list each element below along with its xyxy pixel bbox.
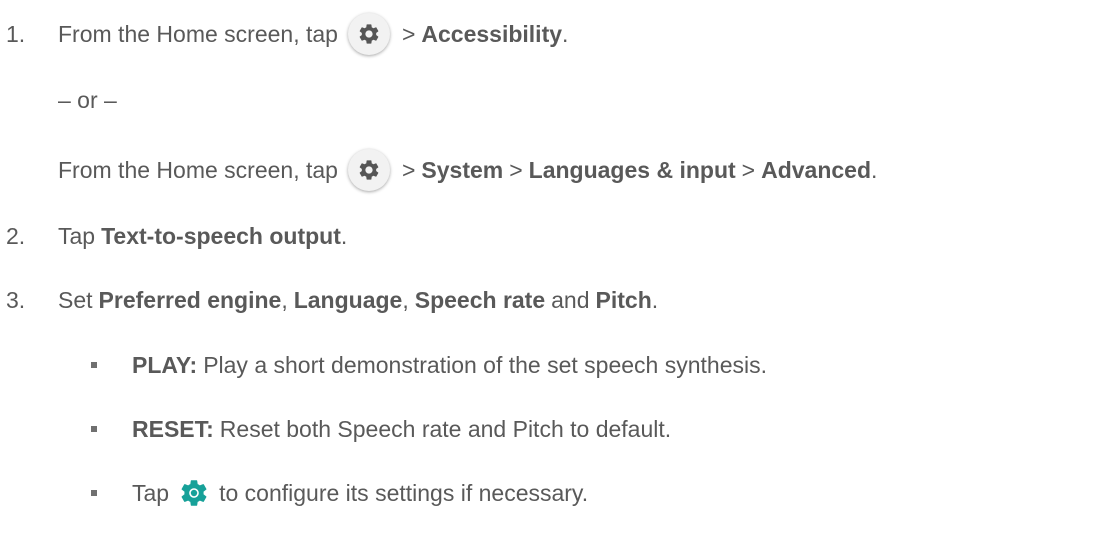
languages-input-label: Languages & input <box>528 156 736 183</box>
step-text: From the Home screen, tap > Accessibilit… <box>58 13 568 55</box>
reset-label: RESET: <box>132 415 214 442</box>
bullet-marker <box>91 426 97 432</box>
preferred-engine-label: Preferred engine <box>98 286 282 313</box>
comma: , <box>402 286 409 313</box>
step-text-pre: From the Home screen, tap <box>58 20 338 47</box>
play-description: Play a short demonstration of the set sp… <box>203 351 767 378</box>
period: . <box>651 286 659 313</box>
bullet-marker <box>91 362 97 368</box>
separator: > <box>509 156 523 183</box>
step-text: Set Preferred engine, Language, Speech r… <box>58 287 658 314</box>
separator: > <box>741 156 756 183</box>
config-gear-icon <box>177 476 211 510</box>
or-text: – or – <box>58 86 117 113</box>
period: . <box>871 156 878 183</box>
bullet-text: Tap to configure its settings if necessa… <box>132 476 588 510</box>
tap-text: Tap <box>132 479 170 506</box>
system-label: System <box>421 156 504 183</box>
language-label: Language <box>293 286 403 313</box>
step-text-pre: Tap <box>58 222 96 249</box>
bullet-marker <box>91 490 97 496</box>
reset-description: Reset both Speech rate and Pitch to defa… <box>219 415 672 442</box>
instruction-document: 1. From the Home screen, tap > Accessibi… <box>0 0 1107 557</box>
advanced-label: Advanced <box>761 156 872 183</box>
accessibility-label: Accessibility <box>421 20 563 47</box>
step-number: 3. <box>6 286 26 313</box>
pitch-label: Pitch <box>595 286 652 313</box>
period: . <box>562 20 569 47</box>
step-text: From the Home screen, tap > System > Lan… <box>58 149 877 191</box>
settings-gear-icon <box>347 149 390 191</box>
step-text: Tap Text-to-speech output. <box>58 223 347 250</box>
and-text: and <box>551 286 590 313</box>
bullet-text: PLAY: Play a short demonstration of the … <box>132 352 767 379</box>
step-number: 1. <box>6 20 26 47</box>
step-number: 2. <box>6 222 26 249</box>
settings-gear-icon <box>347 13 390 55</box>
separator: > <box>401 156 416 183</box>
configure-description: to configure its settings if necessary. <box>219 479 589 506</box>
play-label: PLAY: <box>132 351 198 378</box>
bullet-text: RESET: Reset both Speech rate and Pitch … <box>132 416 671 443</box>
speech-rate-label: Speech rate <box>414 286 546 313</box>
tts-output-label: Text-to-speech output <box>101 222 341 249</box>
step-text-pre: Set <box>58 286 93 313</box>
comma: , <box>281 286 288 313</box>
period: . <box>340 222 348 249</box>
step-text-pre: From the Home screen, tap <box>58 156 338 183</box>
separator: > <box>401 20 416 47</box>
